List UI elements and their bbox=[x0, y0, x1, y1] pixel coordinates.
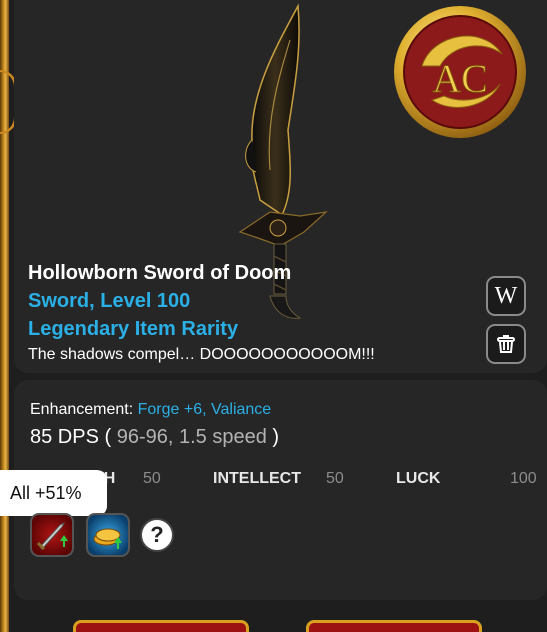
item-rarity: Legendary Item Rarity bbox=[28, 318, 239, 340]
item-description: The shadows compel… DOOOOOOOOOOOM!!! bbox=[28, 346, 375, 363]
delete-item-button[interactable] bbox=[486, 324, 526, 364]
stat-label: LUCK bbox=[396, 470, 441, 487]
sword-boost-icon bbox=[36, 521, 68, 551]
wiki-w-icon: W bbox=[494, 282, 518, 309]
stat-label: INTELLECT bbox=[213, 470, 301, 487]
item-type-level: Sword, Level 100 bbox=[28, 290, 191, 312]
dps-open-paren: ( bbox=[98, 426, 117, 448]
gold-boost-slot[interactable] bbox=[86, 513, 130, 557]
damage-boost-slot[interactable] bbox=[30, 513, 74, 557]
gold-boost-icon bbox=[93, 528, 122, 549]
action-button-left[interactable] bbox=[73, 620, 249, 632]
dps-close-paren: ) bbox=[266, 426, 280, 448]
stat-strength-value: 50 bbox=[143, 470, 161, 487]
enhancement-line: Enhancement: Forge +6, Valiance bbox=[30, 401, 271, 419]
help-button[interactable]: ? bbox=[140, 518, 174, 552]
wiki-button[interactable]: W bbox=[486, 276, 526, 316]
boost-tooltip: All +51% bbox=[0, 470, 107, 516]
stat-intellect: INTELLECT bbox=[213, 470, 301, 488]
enhancement-value: Forge +6, Valiance bbox=[137, 401, 272, 418]
enhancement-label: Enhancement: bbox=[30, 401, 138, 418]
stat-intellect-value: 50 bbox=[326, 470, 344, 487]
svg-text:AC: AC bbox=[432, 56, 488, 101]
dps-detail: 96-96, 1.5 speed bbox=[116, 426, 267, 448]
item-name: Hollowborn Sword of Doom bbox=[28, 262, 292, 284]
dps-value: 85 DPS bbox=[30, 426, 99, 448]
item-inspect-panel: AC Hollowborn Sword of Doom Sword, Level… bbox=[0, 0, 547, 632]
ac-logo-emblem: AC bbox=[394, 6, 526, 138]
stat-luck: LUCK bbox=[396, 470, 440, 488]
action-button-right[interactable] bbox=[306, 620, 482, 632]
stat-luck-value: 100 bbox=[510, 470, 537, 487]
dps-line: 85 DPS ( 96-96, 1.5 speed ) bbox=[30, 426, 279, 449]
trash-icon bbox=[497, 335, 515, 353]
